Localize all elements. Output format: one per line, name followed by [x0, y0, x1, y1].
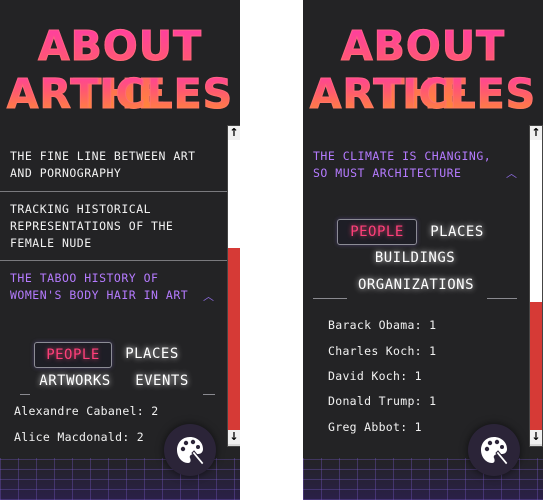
list-item: Alice Macdonald: 2 — [14, 430, 145, 444]
articles-panel-left: ABOUT THE ARTICLES THE FINE LINE BETWEEN… — [0, 0, 240, 500]
divider — [0, 260, 228, 261]
articles-panel-right: ABOUT THE ARTICLES THE CLIMATE IS CHANGI… — [303, 0, 543, 500]
list-item: Barack Obama: 1 — [328, 318, 437, 332]
palette-button[interactable] — [164, 424, 216, 476]
scroll-down-arrow[interactable]: ↓ — [530, 430, 542, 444]
tab-places[interactable]: PLACES — [423, 220, 491, 244]
tab-people[interactable]: PEOPLE — [337, 219, 417, 245]
tab-artworks[interactable]: ARTWORKS — [30, 369, 120, 393]
list-item: Greg Abbot: 1 — [328, 420, 422, 434]
scroll-thumb[interactable] — [228, 248, 240, 430]
palette-icon — [481, 437, 509, 466]
list-item: David Koch: 1 — [328, 369, 422, 383]
tabs-underline — [203, 394, 215, 395]
tabs-underline — [487, 298, 517, 299]
tab-events[interactable]: EVENTS — [128, 369, 196, 393]
palette-button[interactable] — [468, 424, 520, 476]
article-item[interactable]: TRACKING HISTORICAL REPRESENTATIONS OF T… — [10, 201, 200, 252]
tabs-underline — [313, 298, 347, 299]
scroll-down-arrow[interactable]: ↓ — [228, 430, 240, 444]
tab-places[interactable]: PLACES — [118, 342, 186, 366]
list-item: Charles Koch: 1 — [328, 344, 437, 358]
tab-buildings[interactable]: BUILDINGS — [365, 246, 465, 270]
list-item: Donald Trump: 1 — [328, 394, 437, 408]
page-title-line2: ARTICLES — [0, 70, 240, 119]
chevron-up-icon[interactable]: ︿ — [203, 288, 214, 304]
chevron-up-icon[interactable]: ︿ — [506, 165, 517, 181]
scrollbar[interactable]: ↑ ↓ — [529, 125, 543, 447]
list-item: Alexandre Cabanel: 2 — [14, 404, 159, 418]
scroll-track[interactable] — [228, 140, 240, 248]
scroll-track[interactable] — [530, 140, 542, 302]
page-title-line2: ARTICLES — [303, 70, 543, 119]
palette-icon — [177, 437, 205, 466]
article-item-active[interactable]: THE TABOO HISTORY OF WOMEN'S BODY HAIR I… — [10, 270, 200, 304]
scrollbar[interactable]: ↑ ↓ — [227, 125, 240, 447]
scroll-thumb[interactable] — [530, 302, 542, 430]
scroll-up-arrow[interactable]: ↑ — [228, 126, 240, 140]
article-item[interactable]: THE FINE LINE BETWEEN ART AND PORNOGRAPH… — [10, 148, 200, 182]
divider — [0, 191, 228, 192]
tab-organizations[interactable]: ORGANIZATIONS — [349, 273, 483, 297]
article-item-active[interactable]: THE CLIMATE IS CHANGING, SO MUST ARCHITE… — [313, 148, 503, 182]
scroll-up-arrow[interactable]: ↑ — [530, 126, 542, 140]
tab-people[interactable]: PEOPLE — [34, 342, 112, 368]
tabs-underline — [20, 394, 30, 395]
